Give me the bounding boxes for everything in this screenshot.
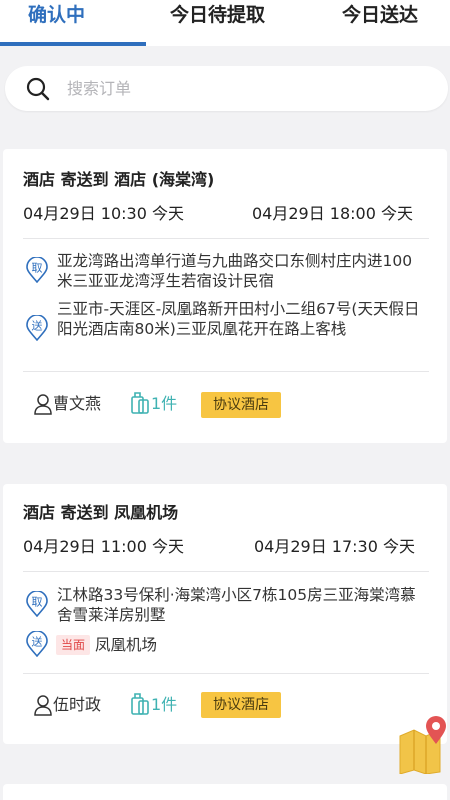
person-icon — [34, 394, 52, 415]
order-route-title: 酒店 寄送到 酒店 (海棠湾) — [23, 170, 215, 189]
divider — [23, 238, 429, 239]
svg-text:送: 送 — [32, 635, 43, 649]
hotel-tag-badge: 协议酒店 — [201, 692, 281, 718]
svg-text:取: 取 — [32, 262, 43, 275]
person-icon — [34, 695, 52, 716]
divider — [23, 371, 429, 372]
order-card[interactable] — [3, 784, 447, 800]
svg-text:取: 取 — [32, 596, 43, 609]
order-card[interactable]: 酒店 寄送到 酒店 (海棠湾) 04月29日 10:30 今天 04月29日 1… — [3, 149, 447, 443]
svg-text:送: 送 — [32, 319, 43, 333]
in-person-badge: 当面 — [56, 635, 91, 655]
hotel-tag-badge: 协议酒店 — [201, 392, 281, 418]
map-button[interactable] — [396, 712, 450, 774]
delivery-address: 三亚市-天涯区-凤凰路新开田村小二组67号(天天假日阳光酒店南80米)三亚凤凰花… — [57, 300, 420, 338]
item-count: 1件 — [151, 394, 178, 413]
order-card[interactable]: 酒店 寄送到 凤凰机场 04月29日 11:00 今天 04月29日 17:30… — [3, 484, 447, 744]
search-placeholder: 搜索订单 — [67, 79, 132, 98]
luggage-icon — [131, 693, 149, 715]
divider — [23, 571, 429, 572]
contact-name: 伍时政 — [53, 695, 102, 714]
search-area: 搜索订单 — [0, 46, 450, 130]
delivery-pin-icon: 送 — [26, 315, 48, 341]
pickup-address: 亚龙湾路出湾单行道与九曲路交口东侧村庄内进100米三亚亚龙湾浮生若宿设计民宿 — [57, 252, 413, 290]
top-tab-bar: 确认中 今日待提取 今日送达 — [0, 0, 450, 46]
pickup-address: 江林路33号保利·海棠湾小区7栋105房三亚海棠湾慕舍雪莱洋房别墅 — [57, 586, 416, 624]
luggage-icon — [131, 392, 149, 414]
tab-confirming[interactable]: 确认中 — [28, 0, 85, 46]
pickup-pin-icon: 取 — [26, 257, 48, 283]
search-input[interactable]: 搜索订单 — [5, 66, 448, 111]
divider — [23, 673, 429, 674]
tab-delivered-today[interactable]: 今日送达 — [342, 0, 418, 46]
contact-name: 曹文燕 — [53, 394, 102, 413]
order-route-title: 酒店 寄送到 凤凰机场 — [23, 503, 179, 522]
pickup-time: 04月29日 10:30 今天 — [23, 204, 185, 223]
pickup-pin-icon: 取 — [26, 591, 48, 617]
delivery-address: 凤凰机场 — [95, 636, 158, 654]
delivery-time: 04月29日 17:30 今天 — [254, 537, 416, 556]
pickup-time: 04月29日 11:00 今天 — [23, 537, 185, 556]
delivery-pin-icon: 送 — [26, 631, 48, 657]
search-icon — [26, 77, 50, 101]
tab-pickup-today[interactable]: 今日待提取 — [170, 0, 265, 46]
item-count: 1件 — [151, 695, 178, 714]
delivery-time: 04月29日 18:00 今天 — [252, 204, 414, 223]
